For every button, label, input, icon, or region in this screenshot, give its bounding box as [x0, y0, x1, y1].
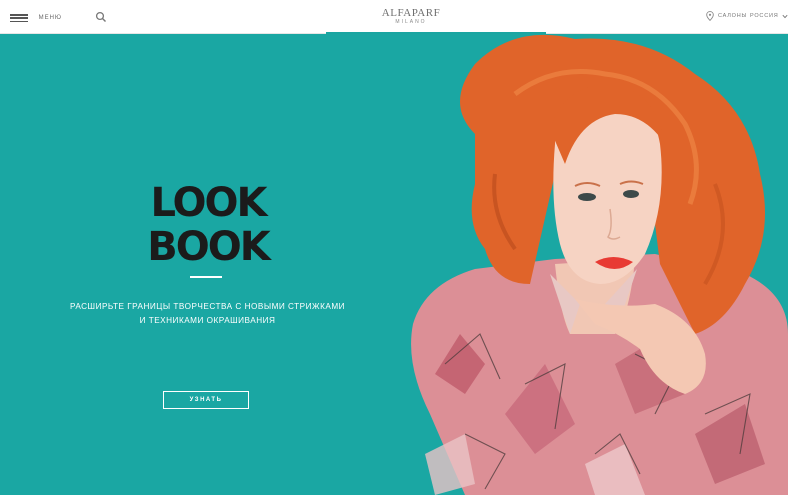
location-pin-icon — [706, 11, 714, 21]
lookbook-logo-line1: LOOK — [150, 180, 269, 226]
language-selector[interactable]: РОССИЯ — [750, 13, 788, 19]
lookbook-logo: LOOK BOOK — [147, 180, 274, 264]
language-label: РОССИЯ — [750, 13, 779, 19]
menu-button[interactable]: МЕНЮ — [10, 11, 62, 25]
salons-label: САЛОНЫ — [718, 13, 748, 19]
hero-banner: LOOK BOOK РАСШИРЬТЕ ГРАНИЦЫ ТВОРЧЕСТВА С… — [0, 34, 788, 495]
tagline-line1: РАСШИРЬТЕ ГРАНИЦЫ ТВОРЧЕСТВА С НОВЫМИ СТ… — [69, 302, 346, 311]
search-icon[interactable] — [95, 11, 107, 23]
logo-wordmark: ALFAPARF — [381, 7, 441, 19]
lookbook-logo-line2: BOOK — [147, 224, 272, 264]
hero-tagline: РАСШИРЬТЕ ГРАНИЦЫ ТВОРЧЕСТВА С НОВЫМИ СТ… — [40, 300, 375, 328]
hamburger-icon — [10, 14, 28, 22]
hero-divider — [190, 276, 222, 278]
model-photo — [411, 34, 788, 495]
salons-link[interactable]: САЛОНЫ — [706, 11, 747, 21]
tagline-line2: И ТЕХНИКАМИ ОКРАШИВАНИЯ — [139, 316, 276, 325]
menu-label: МЕНЮ — [38, 15, 62, 21]
site-header: МЕНЮ ALFAPARF MILANO САЛОНЫ РОССИЯ — [0, 0, 788, 34]
brand-logo[interactable]: ALFAPARF MILANO — [378, 8, 444, 28]
chevron-down-icon — [781, 14, 788, 18]
logo-subtitle: MILANO — [395, 19, 427, 25]
learn-more-button[interactable]: УЗНАТЬ — [163, 391, 249, 409]
